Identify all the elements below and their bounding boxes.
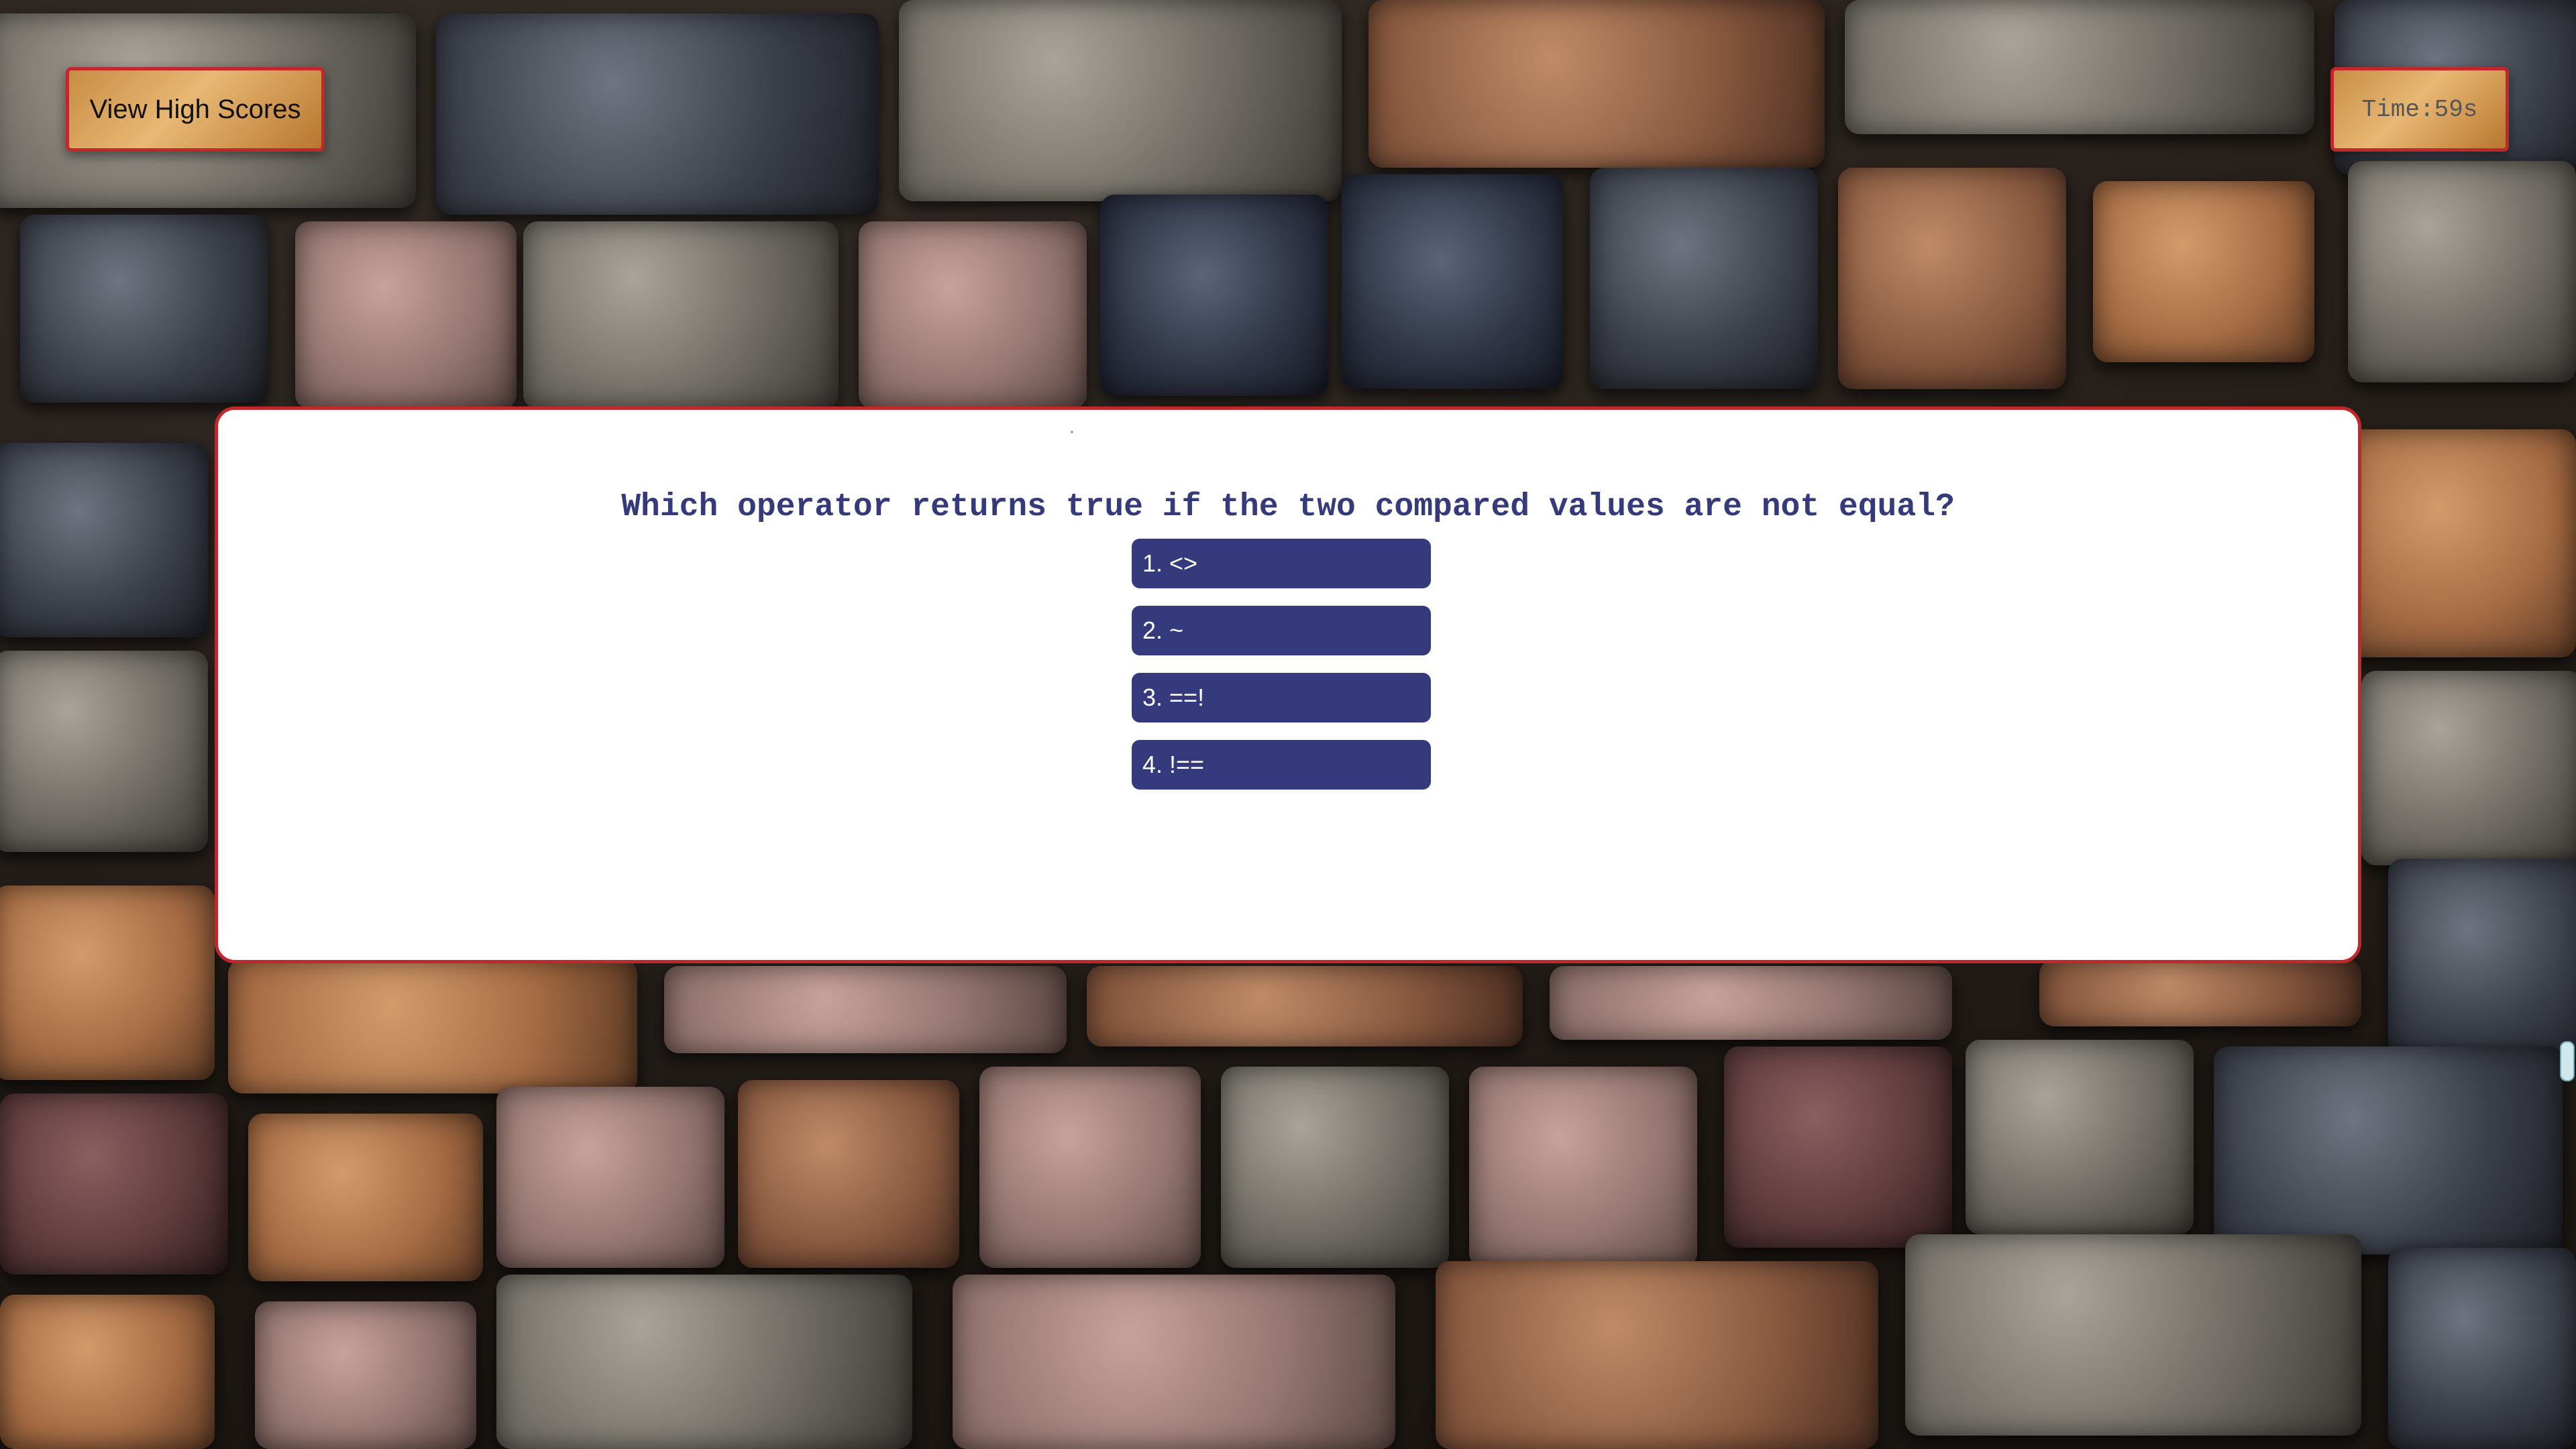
timer-display: Time:59s [2330, 67, 2509, 152]
quiz-card: Which operator returns true if the two c… [215, 407, 2361, 963]
answer-choices: 1. <> 2. ~ 3. ==! 4. !== [1132, 539, 1431, 807]
view-high-scores-button[interactable]: View High Scores [66, 67, 325, 152]
answer-choice-2[interactable]: 2. ~ [1132, 606, 1431, 655]
answer-choice-4[interactable]: 4. !== [1132, 740, 1431, 790]
question-text: Which operator returns true if the two c… [621, 489, 1955, 525]
answer-choice-1[interactable]: 1. <> [1132, 539, 1431, 588]
scroll-handle[interactable] [2560, 1041, 2575, 1081]
answer-choice-3[interactable]: 3. ==! [1132, 673, 1431, 722]
feedback-indicator-dot [1071, 431, 1073, 433]
